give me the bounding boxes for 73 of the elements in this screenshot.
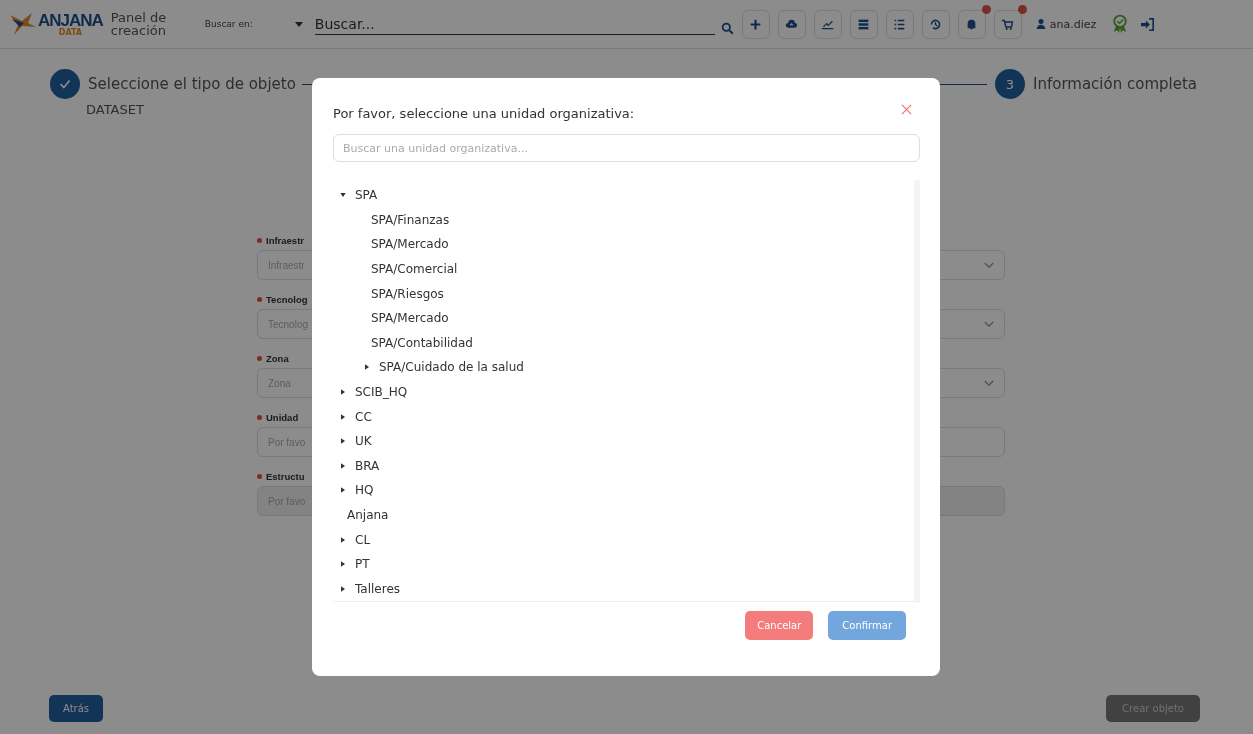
bell-tool-button[interactable] — [957, 9, 986, 39]
notification-dot — [1017, 4, 1027, 14]
tree-item[interactable]: BRA — [355, 458, 380, 473]
caret-icon[interactable] — [341, 462, 345, 469]
required-dot — [257, 474, 262, 479]
award-icon[interactable] — [1112, 14, 1129, 34]
cloud-upload-icon — [785, 17, 799, 31]
field-label: Unidad — [266, 412, 299, 423]
search-scope-label: Buscar en: — [204, 19, 254, 29]
field-label: Tecnolog — [266, 294, 308, 305]
table-tool-button[interactable] — [849, 9, 878, 39]
list-icon — [893, 17, 907, 31]
caret-icon[interactable] — [341, 438, 345, 445]
step-number: 3 — [995, 69, 1025, 99]
history-icon — [929, 17, 943, 31]
caret-icon[interactable] — [340, 193, 346, 198]
chevron-icon — [984, 379, 994, 387]
tree-item[interactable]: SCIB_HQ — [355, 385, 408, 400]
step-value: DATASET — [86, 102, 145, 117]
logo-wordmark: ANJANA — [38, 11, 103, 29]
step-label: Información completa — [1033, 75, 1197, 93]
sign-in-icon[interactable] — [1140, 17, 1156, 31]
notification-dot — [981, 4, 991, 14]
field-label: Estructu — [266, 471, 305, 482]
plus-tool-button[interactable] — [741, 9, 770, 39]
modal-title: Por favor, seleccione una unidad organizativa: — [333, 106, 635, 121]
caret-icon[interactable] — [341, 561, 345, 568]
user-name[interactable]: ana.diez — [1049, 17, 1097, 31]
tree-item[interactable]: SPA/Contabilidad — [371, 335, 473, 350]
panel-title: Panel de creación — [110, 11, 168, 37]
plus-icon — [749, 17, 763, 31]
caret-icon[interactable] — [341, 585, 345, 592]
tree-item[interactable]: Anjana — [347, 508, 389, 522]
user-icon — [1035, 18, 1046, 30]
tree-item[interactable]: SPA/Riesgos — [371, 286, 444, 301]
cloud-tool-button[interactable] — [777, 9, 806, 39]
tree-item[interactable]: SPA/Cuidado de la salud — [379, 360, 524, 375]
tree-item[interactable]: CC — [355, 409, 372, 424]
history-tool-button[interactable] — [921, 9, 950, 39]
back-button[interactable]: Atrás — [49, 695, 104, 722]
search-icon[interactable] — [720, 21, 734, 35]
close-icon[interactable] — [901, 104, 912, 115]
tree-item[interactable]: SPA/Finanzas — [371, 212, 450, 227]
caret-icon[interactable] — [365, 364, 369, 371]
logo-subtitle: DATA — [58, 28, 83, 37]
search-field[interactable]: Buscar... — [314, 13, 715, 35]
tree-item[interactable]: PT — [355, 557, 370, 572]
step-label: Seleccione el tipo de objeto — [88, 75, 296, 93]
chevron-icon — [984, 261, 994, 269]
table-icon — [857, 17, 871, 31]
field-label: Zona — [266, 353, 289, 364]
tree-item[interactable]: SPA/Mercado — [371, 237, 449, 252]
required-dot — [257, 415, 262, 420]
tree-item[interactable]: SPA — [355, 188, 378, 203]
tree-item[interactable]: SPA/Mercado — [371, 311, 449, 326]
field-label: Infraestr — [266, 235, 304, 246]
cart-icon — [1001, 17, 1015, 31]
tree-item[interactable]: SPA/Comercial — [371, 262, 458, 277]
caret-icon[interactable] — [341, 536, 345, 543]
tree-item[interactable]: Talleres — [355, 581, 401, 596]
required-dot — [257, 356, 262, 361]
caret-icon[interactable] — [341, 413, 345, 420]
chevron-icon — [984, 320, 994, 328]
chart-tool-button[interactable] — [813, 9, 842, 39]
caret-icon[interactable] — [294, 21, 303, 27]
required-dot — [257, 238, 262, 243]
tree-item[interactable]: HQ — [355, 483, 374, 498]
required-dot — [257, 297, 262, 302]
list-tool-button[interactable] — [885, 9, 914, 39]
caret-icon[interactable] — [341, 389, 345, 396]
tree-item[interactable]: CL — [355, 532, 371, 547]
caret-icon[interactable] — [341, 487, 345, 494]
tree-item[interactable]: UK — [355, 434, 372, 449]
